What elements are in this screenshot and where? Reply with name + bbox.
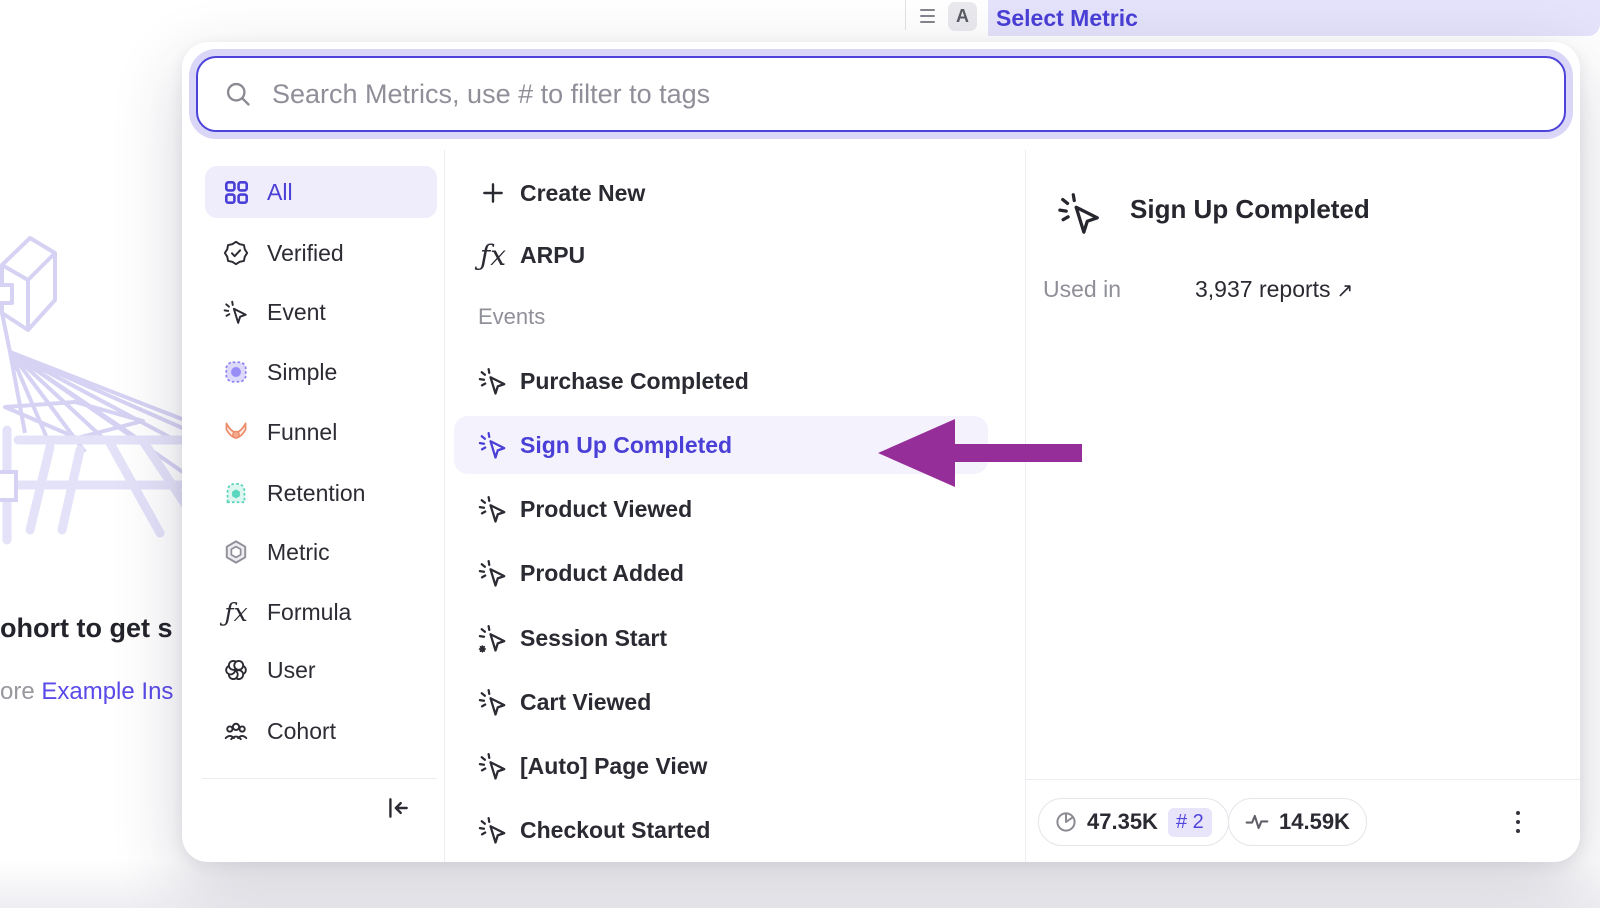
sidebar-item-label: Formula xyxy=(267,599,351,626)
sidebar-item-funnel[interactable]: Funnel xyxy=(205,406,437,458)
sidebar-item-simple[interactable]: Simple xyxy=(205,346,437,398)
collapse-left-icon xyxy=(385,795,411,821)
event-cursor-icon xyxy=(478,751,508,781)
list-item-product-added[interactable]: Product Added xyxy=(454,544,988,602)
panel-divider xyxy=(905,0,906,30)
list-item-label: ARPU xyxy=(520,242,585,269)
sidebar-footer-divider xyxy=(202,778,437,779)
screen: A Select Metric ohort to get s ore Examp… xyxy=(0,0,1600,908)
sidebar-item-label: Retention xyxy=(267,480,365,507)
list-item-purchase-completed[interactable]: Purchase Completed xyxy=(454,352,988,410)
funnel-icon xyxy=(223,419,249,445)
sidebar-item-label: Funnel xyxy=(267,419,337,446)
collapse-sidebar-button[interactable] xyxy=(380,790,416,826)
sidebar-item-metric[interactable]: Metric xyxy=(205,526,437,578)
retention-icon xyxy=(223,480,249,506)
custom-event-cursor-icon xyxy=(478,623,508,653)
list-item-label: Cart Viewed xyxy=(520,689,651,716)
sidebar-list-divider xyxy=(444,150,445,862)
event-cursor-icon xyxy=(478,687,508,717)
select-metric-label: Select Metric xyxy=(996,5,1138,32)
example-insights-link[interactable]: Example Ins xyxy=(41,678,173,705)
list-item-checkout-started[interactable]: Checkout Started xyxy=(454,801,988,859)
formula-fx-icon: ƒx xyxy=(478,240,508,270)
sidebar-item-label: User xyxy=(267,657,316,684)
plus-icon xyxy=(478,178,508,208)
select-metric-field[interactable]: Select Metric xyxy=(988,0,1600,36)
events-section-label: Events xyxy=(478,304,545,330)
metric-hexagon-icon xyxy=(223,539,249,565)
detail-footer-divider xyxy=(1025,779,1580,780)
pie-chart-icon xyxy=(1055,811,1077,833)
simple-icon xyxy=(223,359,249,385)
activity-count-badge[interactable]: 14.59K xyxy=(1228,798,1367,846)
list-item-auto-page-view[interactable]: [Auto] Page View xyxy=(454,737,988,795)
detail-title: Sign Up Completed xyxy=(1130,194,1370,225)
sidebar-item-formula[interactable]: ƒx Formula xyxy=(205,586,437,638)
list-item-label: Purchase Completed xyxy=(520,368,749,395)
background-headline-fragment: ohort to get s xyxy=(0,613,172,644)
list-detail-divider xyxy=(1025,150,1026,862)
stat-value: 14.59K xyxy=(1279,809,1350,835)
event-cursor-icon xyxy=(478,366,508,396)
sidebar-item-label: All xyxy=(267,179,293,206)
list-item-label: Checkout Started xyxy=(520,817,710,844)
decorative-wireframe-illustration xyxy=(0,225,190,545)
sidebar-item-all[interactable]: All xyxy=(205,166,437,218)
list-item-label: Session Start xyxy=(520,625,667,652)
sidebar-item-label: Simple xyxy=(267,359,337,386)
sidebar-item-label: Cohort xyxy=(267,718,336,745)
user-cluster-icon xyxy=(223,657,249,683)
activity-icon xyxy=(1245,810,1269,834)
link-prefix: ore xyxy=(0,678,41,705)
more-options-kebab-icon[interactable] xyxy=(1498,798,1538,846)
list-item-label: [Auto] Page View xyxy=(520,753,707,780)
event-cursor-icon xyxy=(223,299,249,325)
search-input[interactable] xyxy=(272,79,1564,110)
sidebar-item-event[interactable]: Event xyxy=(205,286,437,338)
search-bar xyxy=(196,56,1566,132)
stat-value: 47.35K xyxy=(1087,809,1158,835)
external-link-icon: ↗ xyxy=(1337,280,1354,302)
sidebar-item-label: Verified xyxy=(267,240,344,267)
sidebar-item-cohort[interactable]: Cohort xyxy=(205,705,437,757)
sidebar-item-label: Metric xyxy=(267,539,330,566)
create-new-button[interactable]: Create New xyxy=(454,164,988,222)
list-item-session-start[interactable]: Session Start xyxy=(454,609,988,667)
reports-link[interactable]: 3,937 reports↗ xyxy=(1195,276,1353,303)
grid-icon xyxy=(223,179,249,205)
list-item-label: Product Viewed xyxy=(520,496,692,523)
formula-fx-icon: ƒx xyxy=(223,599,249,625)
list-item-arpu[interactable]: ƒx ARPU xyxy=(454,226,988,284)
sidebar-item-retention[interactable]: Retention xyxy=(205,467,437,519)
event-cursor-icon xyxy=(478,430,508,460)
block-type-badge[interactable]: A xyxy=(948,2,977,31)
annotation-arrow xyxy=(874,414,1086,492)
list-item-label: Sign Up Completed xyxy=(520,432,732,459)
rank-chip: # 2 xyxy=(1168,808,1212,837)
list-item-label: Product Added xyxy=(520,560,684,587)
background-link-line: ore Example Ins xyxy=(0,678,173,706)
cohort-people-icon xyxy=(223,718,249,744)
used-in-label: Used in xyxy=(1043,276,1121,303)
report-count-badge[interactable]: 47.35K # 2 xyxy=(1038,798,1229,846)
drag-handle-icon[interactable] xyxy=(920,5,942,27)
verified-badge-icon xyxy=(223,240,249,266)
page-bottom-fade xyxy=(0,860,1600,908)
sidebar-item-label: Event xyxy=(267,299,326,326)
list-item-label: Create New xyxy=(520,180,645,207)
event-cursor-icon xyxy=(1057,190,1103,236)
sidebar-item-user[interactable]: User xyxy=(205,644,437,696)
list-item-cart-viewed[interactable]: Cart Viewed xyxy=(454,673,988,731)
search-icon xyxy=(224,80,252,108)
event-cursor-icon xyxy=(478,494,508,524)
event-cursor-icon xyxy=(478,815,508,845)
event-cursor-icon xyxy=(478,558,508,588)
sidebar-item-verified[interactable]: Verified xyxy=(205,227,437,279)
